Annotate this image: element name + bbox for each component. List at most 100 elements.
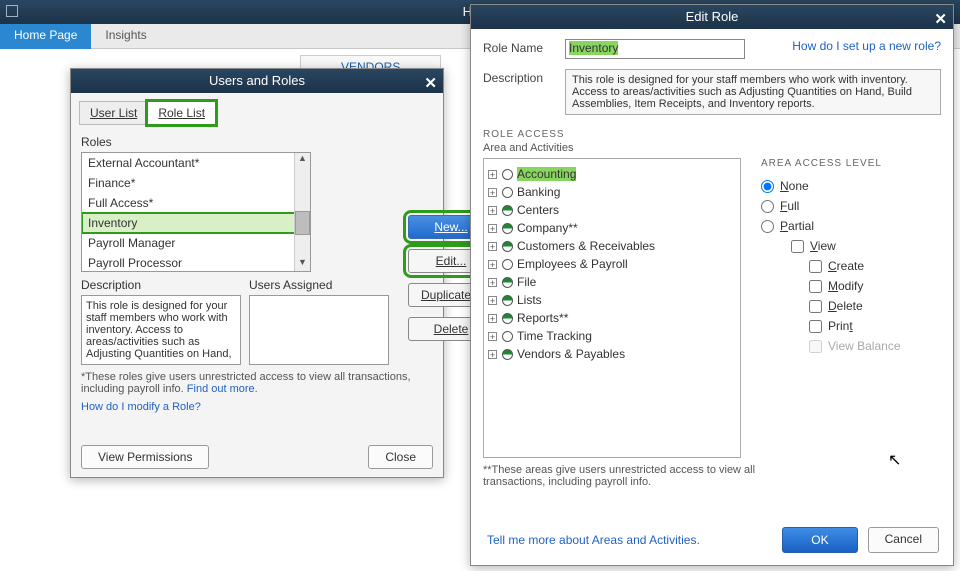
roles-label: Roles	[81, 135, 443, 149]
perm-view-check[interactable]: View	[791, 239, 941, 253]
tab-insights[interactable]: Insights	[91, 24, 160, 49]
access-none-radio[interactable]: None	[761, 179, 941, 193]
tab-home-page[interactable]: Home Page	[0, 24, 91, 49]
description-label: Description	[483, 69, 555, 85]
tree-node-label: Customers & Receivables	[517, 239, 655, 253]
setup-new-role-link[interactable]: How do I set up a new role?	[792, 39, 941, 53]
find-out-more-link[interactable]: Find out more.	[187, 383, 258, 395]
scrollbar[interactable]: ▲ ▼	[294, 153, 310, 271]
tree-node-label: Lists	[517, 293, 542, 307]
roles-footnote: *These roles give users unrestricted acc…	[81, 371, 433, 395]
role-description-box: This role is designed for your staff mem…	[81, 295, 241, 365]
description-label: Description	[81, 278, 241, 292]
window-icon	[6, 5, 18, 17]
modify-role-link[interactable]: How do I modify a Role?	[81, 401, 201, 413]
tab-user-list[interactable]: User List	[79, 101, 148, 125]
tree-node-label: Company**	[517, 221, 578, 235]
edit-role-title: Edit Role	[686, 9, 739, 24]
tab-role-list[interactable]: Role List	[147, 101, 216, 125]
expand-icon[interactable]: +	[488, 296, 497, 305]
access-indicator-icon	[502, 187, 513, 198]
access-indicator-icon	[502, 169, 513, 180]
view-permissions-button[interactable]: View Permissions	[81, 445, 209, 469]
edit-role-titlebar: Edit Role ✕	[471, 5, 953, 29]
perm-modify-check[interactable]: Modify	[809, 279, 941, 293]
access-indicator-icon	[502, 295, 513, 306]
role-name-label: Role Name	[483, 39, 555, 55]
ok-button[interactable]: OK	[782, 527, 857, 553]
tree-node-label: Time Tracking	[517, 329, 592, 343]
access-indicator-icon	[502, 223, 513, 234]
tree-node[interactable]: +File	[488, 273, 736, 291]
users-roles-titlebar: Users and Roles ✕	[71, 69, 443, 93]
tree-node-label: Vendors & Payables	[517, 347, 625, 361]
tree-node[interactable]: + Time Tracking	[488, 327, 736, 345]
tree-node[interactable]: + Reports**	[488, 309, 736, 327]
areas-tree[interactable]: + Accounting + Banking + Centers + Company** + Cu…	[483, 158, 741, 458]
expand-icon[interactable]: +	[488, 332, 497, 341]
tree-node[interactable]: + Vendors & Payables	[488, 345, 736, 363]
expand-icon[interactable]: +	[488, 314, 497, 323]
areas-footnote: **These areas give users unrestricted ac…	[483, 464, 763, 488]
cancel-button[interactable]: Cancel	[868, 527, 939, 553]
cursor-icon: ↖	[888, 450, 901, 470]
roles-listbox[interactable]: External Accountant* Finance* Full Acces…	[81, 152, 311, 272]
access-indicator-icon	[502, 259, 513, 270]
access-full-radio[interactable]: Full	[761, 199, 941, 213]
role-description-textarea[interactable]: This role is designed for your staff mem…	[565, 69, 941, 115]
perm-view-balance-check: View Balance	[809, 339, 941, 353]
list-item[interactable]: External Accountant*	[82, 153, 310, 173]
expand-icon[interactable]: +	[488, 278, 497, 287]
tree-node[interactable]: + Company**	[488, 219, 736, 237]
role-access-header: ROLE ACCESS	[483, 129, 941, 140]
expand-icon[interactable]: +	[488, 242, 497, 251]
perm-delete-check[interactable]: Delete	[809, 299, 941, 313]
tree-node[interactable]: + Customers & Receivables	[488, 237, 736, 255]
access-indicator-icon	[502, 349, 513, 360]
scroll-thumb[interactable]	[295, 211, 310, 235]
tree-node[interactable]: + Banking	[488, 183, 736, 201]
close-icon[interactable]: ✕	[424, 72, 437, 96]
perm-create-check[interactable]: Create	[809, 259, 941, 273]
expand-icon[interactable]: +	[488, 350, 497, 359]
tree-node-label: Banking	[517, 185, 560, 199]
expand-icon[interactable]: +	[488, 206, 497, 215]
list-item[interactable]: Full Access*	[82, 193, 310, 213]
users-assigned-label: Users Assigned	[249, 278, 389, 292]
users-roles-title: Users and Roles	[209, 73, 305, 88]
area-activities-label: Area and Activities	[483, 142, 941, 154]
area-access-level-header: AREA ACCESS LEVEL	[761, 158, 941, 169]
access-indicator-icon	[502, 331, 513, 342]
list-item[interactable]: Finance*	[82, 173, 310, 193]
access-partial-radio[interactable]: Partial	[761, 219, 941, 233]
tree-node-label: Employees & Payroll	[517, 257, 628, 271]
tree-node[interactable]: + Lists	[488, 291, 736, 309]
tree-node-label: Centers	[517, 203, 559, 217]
tree-node-label: Reports**	[517, 311, 568, 325]
close-button[interactable]: Close	[368, 445, 433, 469]
access-indicator-icon	[502, 205, 513, 216]
access-indicator-icon	[502, 241, 513, 252]
tree-node-label: Accounting	[517, 167, 576, 181]
users-assigned-box	[249, 295, 389, 365]
access-indicator-icon	[502, 313, 513, 324]
access-indicator-icon	[502, 277, 513, 288]
tree-node[interactable]: + Centers	[488, 201, 736, 219]
scroll-down-icon[interactable]: ▼	[295, 257, 310, 271]
expand-icon[interactable]: +	[488, 188, 497, 197]
expand-icon[interactable]: +	[488, 170, 497, 179]
expand-icon[interactable]: +	[488, 224, 497, 233]
scroll-up-icon[interactable]: ▲	[295, 153, 310, 167]
tell-me-more-link[interactable]: Tell me more about Areas and Activities.	[487, 533, 700, 547]
list-item-selected[interactable]: Inventory	[82, 213, 310, 233]
tree-node[interactable]: + Accounting	[488, 165, 736, 183]
perm-print-check[interactable]: Print	[809, 319, 941, 333]
tree-node[interactable]: + Employees & Payroll	[488, 255, 736, 273]
list-item[interactable]: Payroll Processor	[82, 253, 310, 272]
list-item[interactable]: Payroll Manager	[82, 233, 310, 253]
users-roles-dialog: Users and Roles ✕ User List Role List Ro…	[70, 68, 444, 478]
edit-role-dialog: Edit Role ✕ Role Name Inventory How do I…	[470, 4, 954, 566]
expand-icon[interactable]: +	[488, 260, 497, 269]
role-name-input[interactable]: Inventory	[565, 39, 745, 59]
close-icon[interactable]: ✕	[934, 8, 947, 32]
